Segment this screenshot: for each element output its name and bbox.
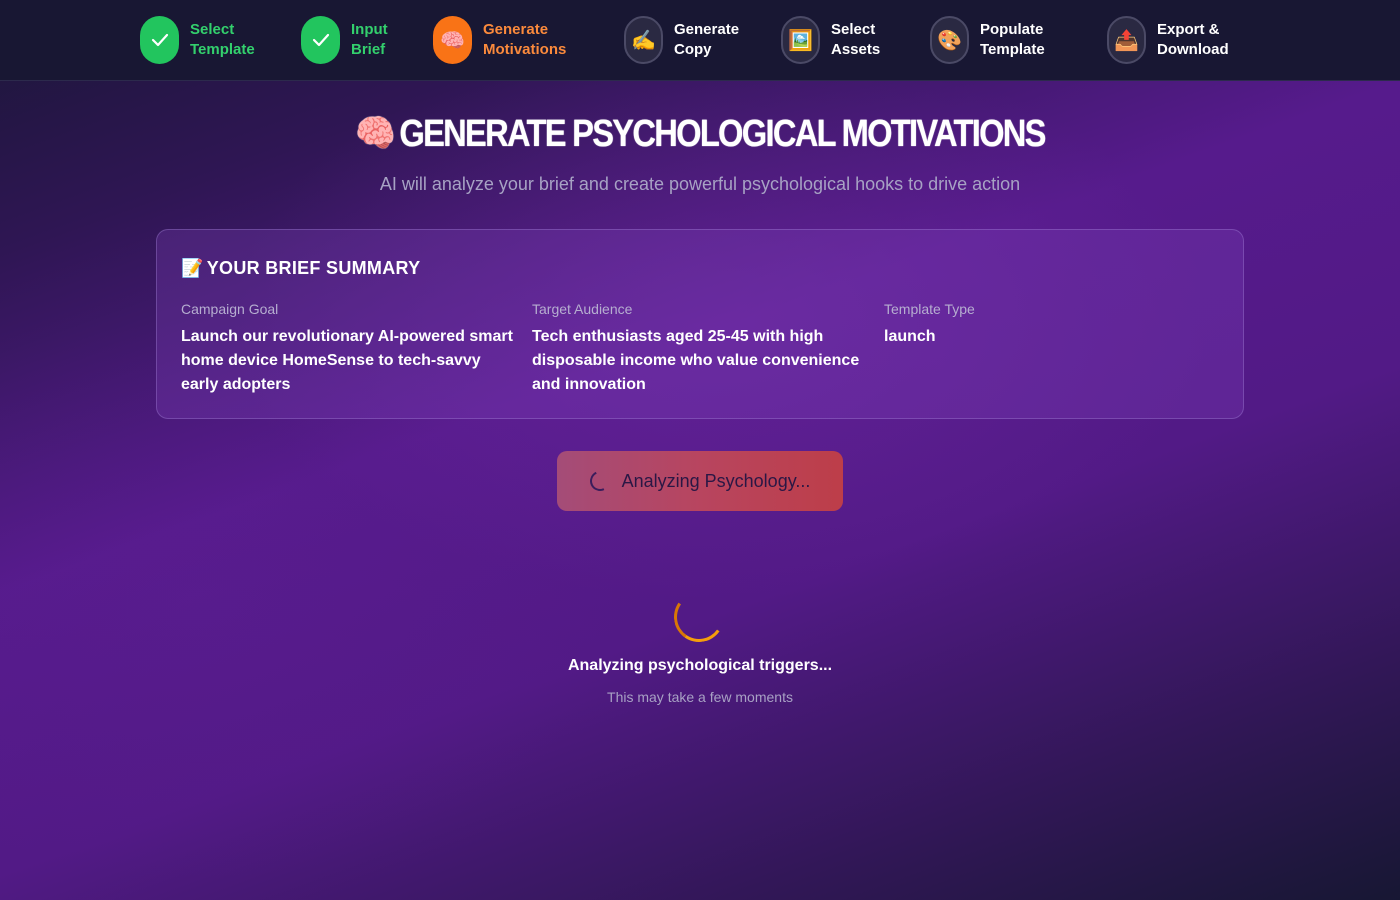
brief-summary-title: 📝 YOUR BRIEF SUMMARY — [181, 258, 420, 279]
brief-summary-card: 📝 YOUR BRIEF SUMMARY Campaign Goal Launc… — [156, 229, 1244, 419]
loading-subtitle: This may take a few moments — [607, 689, 793, 705]
page-title-text: GENERATE PSYCHOLOGICAL MOTIVATIONS — [399, 113, 1046, 155]
template-type-field: Template Type launch — [884, 300, 1224, 349]
brief-summary-title-text: YOUR BRIEF SUMMARY — [206, 258, 421, 278]
step-populate-template[interactable]: 🎨 Populate Template — [930, 16, 1045, 64]
step-label: Export & Download — [1157, 21, 1229, 58]
analyze-button-label: Analyzing Psychology... — [621, 470, 811, 491]
page-title: 🧠GENERATE PSYCHOLOGICAL MOTIVATIONS — [98, 112, 1302, 156]
step-label: Populate Template — [980, 21, 1045, 58]
step-generate-copy[interactable]: ✍️ Generate Copy — [624, 16, 739, 64]
field-value: Tech enthusiasts aged 25-45 with high di… — [532, 328, 860, 393]
palette-icon: 🎨 — [930, 16, 969, 64]
page-subtitle: AI will analyze your brief and create po… — [379, 174, 1021, 194]
step-label: Generate Copy — [674, 21, 740, 58]
button-spinner-icon — [586, 468, 613, 494]
step-label: Select Template — [190, 21, 255, 58]
check-icon — [140, 16, 179, 64]
step-select-assets[interactable]: 🖼️ Select Assets — [781, 16, 880, 64]
field-label: Campaign Goal — [181, 301, 279, 317]
writing-hand-icon: ✍️ — [624, 16, 663, 64]
picture-icon: 🖼️ — [781, 16, 820, 64]
check-icon — [301, 16, 340, 64]
progress-stepper: Select Template Input Brief 🧠 Generate Moti… — [0, 0, 1400, 81]
brain-icon: 🧠 — [355, 113, 396, 155]
field-label: Target Audience — [532, 301, 633, 317]
analyze-psychology-button[interactable]: Analyzing Psychology... — [557, 451, 843, 511]
brain-icon: 🧠 — [433, 16, 472, 64]
step-export-download[interactable]: 📤 Export & Download — [1107, 16, 1229, 64]
loading-title: Analyzing psychological triggers... — [567, 657, 833, 674]
step-select-template[interactable]: Select Template — [140, 16, 255, 64]
step-label: Input Brief — [351, 21, 388, 58]
field-label: Template Type — [884, 301, 975, 317]
step-label: Generate Motivations — [483, 21, 567, 58]
campaign-goal-field: Campaign Goal Launch our revolutionary A… — [181, 300, 521, 397]
memo-icon: 📝 — [181, 258, 204, 278]
field-value: launch — [884, 328, 936, 345]
step-label: Select Assets — [831, 21, 881, 58]
step-input-brief[interactable]: Input Brief — [301, 16, 388, 64]
outbox-tray-icon: 📤 — [1107, 16, 1146, 64]
step-generate-motivations[interactable]: 🧠 Generate Motivations — [433, 16, 566, 64]
loading-spinner-icon — [670, 588, 728, 646]
field-value: Launch our revolutionary AI-powered smar… — [181, 328, 513, 393]
target-audience-field: Target Audience Tech enthusiasts aged 25… — [532, 300, 872, 397]
